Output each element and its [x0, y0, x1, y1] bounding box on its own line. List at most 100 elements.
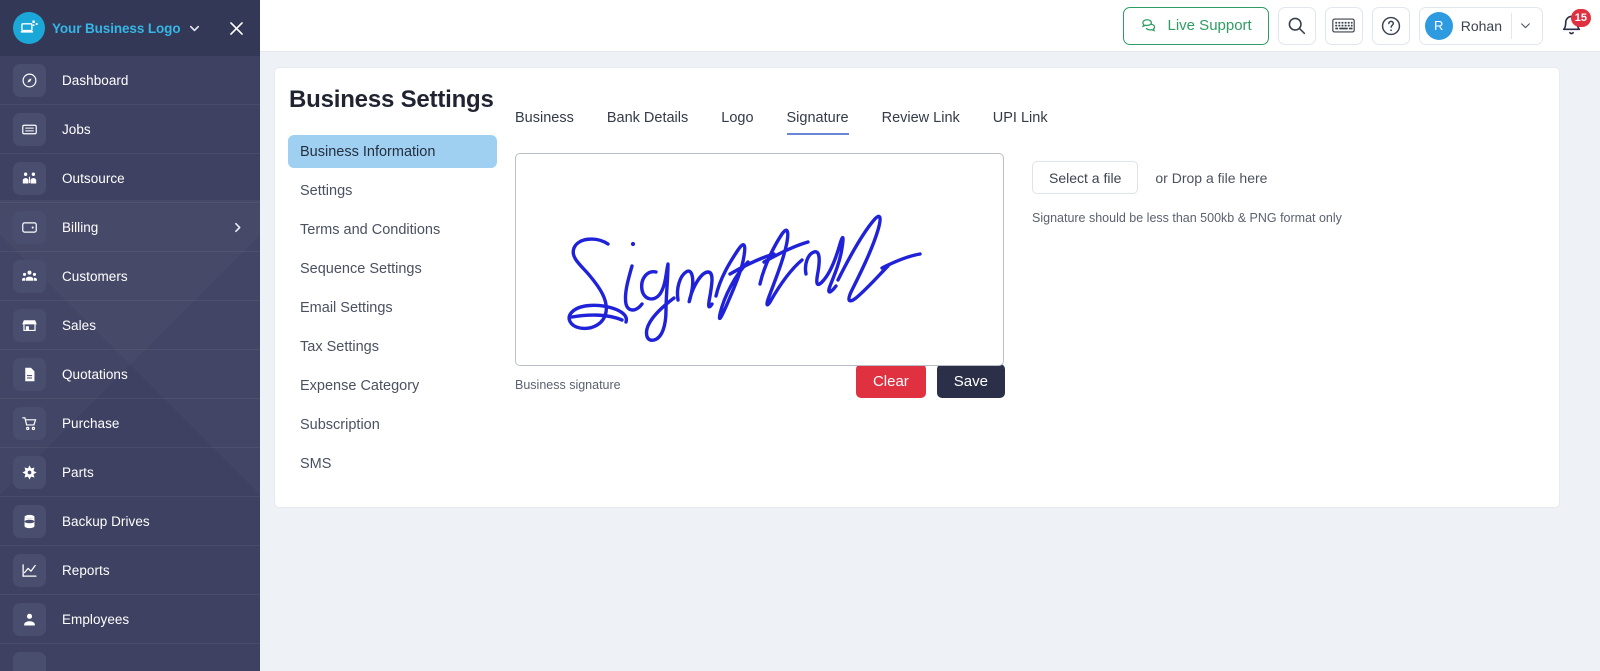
settings-item-business-information[interactable]: Business Information — [288, 135, 497, 168]
sidebar-item-label: Reports — [62, 562, 110, 578]
close-icon[interactable] — [227, 19, 246, 38]
purchase-cart-icon — [13, 406, 46, 440]
settings-item-label: Business Information — [300, 143, 436, 160]
sidebar: Your Business Logo Dashboard Jobs Outsou… — [0, 0, 260, 671]
settings-item-label: SMS — [300, 455, 332, 472]
chat-bubbles-icon — [1140, 16, 1160, 35]
settings-item-email-settings[interactable]: Email Settings — [288, 291, 497, 324]
settings-item-label: Email Settings — [300, 299, 393, 316]
chevron-down-icon[interactable] — [187, 21, 202, 36]
sidebar-item-billing[interactable]: Billing — [0, 203, 260, 252]
clear-button[interactable]: Clear — [855, 364, 926, 398]
sales-store-icon — [13, 308, 46, 342]
reports-chart-icon — [13, 553, 46, 587]
sidebar-item-label: Sales — [62, 317, 97, 333]
settings-item-sequence-settings[interactable]: Sequence Settings — [288, 252, 497, 285]
sidebar-item-purchase[interactable]: Purchase — [0, 399, 260, 448]
sidebar-item-quotations[interactable]: Quotations — [0, 350, 260, 399]
sidebar-item-label: Purchase — [62, 415, 120, 431]
settings-item-label: Sequence Settings — [300, 260, 422, 277]
sidebar-item-label: Quotations — [62, 366, 128, 382]
tab-bank-details[interactable]: Bank Details — [607, 110, 688, 135]
upload-note: Signature should be less than 500kb & PN… — [1032, 211, 1342, 225]
tab-label: Business — [515, 110, 574, 126]
tab-signature[interactable]: Signature — [786, 110, 849, 135]
tab-upi-link[interactable]: UPI Link — [993, 110, 1048, 135]
quotations-document-icon — [13, 357, 46, 391]
settings-item-terms-and-conditions[interactable]: Terms and Conditions — [288, 213, 497, 246]
settings-item-label: Settings — [300, 182, 353, 199]
brand-name: Your Business Logo — [52, 20, 181, 36]
tab-review-link[interactable]: Review Link — [882, 110, 960, 135]
tab-label: Logo — [721, 110, 754, 126]
backup-database-icon — [13, 504, 46, 538]
sidebar-item-jobs[interactable]: Jobs — [0, 105, 260, 154]
notification-count-badge: 15 — [1570, 8, 1591, 27]
question-circle-icon — [1380, 15, 1402, 37]
notifications-button[interactable]: 15 — [1552, 7, 1591, 45]
sidebar-item-label: Parts — [62, 464, 94, 480]
sidebar-item-reports[interactable]: Reports — [0, 546, 260, 595]
user-menu[interactable]: R Rohan — [1418, 6, 1543, 45]
tab-label: Signature — [786, 110, 849, 126]
dashboard-icon — [13, 63, 46, 97]
tab-bar: Business Bank Details Logo Signature Rev… — [515, 86, 1559, 135]
sidebar-item-sales[interactable]: Sales — [0, 301, 260, 350]
tab-logo[interactable]: Logo — [721, 110, 753, 135]
chevron-down-icon[interactable] — [1512, 19, 1538, 32]
settings-menu: Business Settings Business Information S… — [275, 86, 497, 507]
billing-wallet-icon — [13, 210, 46, 244]
sidebar-item-partial[interactable] — [0, 644, 260, 671]
settings-item-subscription[interactable]: Subscription — [288, 408, 497, 441]
save-button[interactable]: Save — [936, 364, 1005, 398]
page-title: Business Settings — [289, 86, 494, 113]
business-settings-card: Business Settings Business Information S… — [274, 67, 1560, 508]
sidebar-item-backup-drives[interactable]: Backup Drives — [0, 497, 260, 546]
outsource-icon — [13, 161, 46, 195]
help-button[interactable] — [1371, 6, 1410, 45]
sidebar-item-employees[interactable]: Employees — [0, 595, 260, 644]
sidebar-item-dashboard[interactable]: Dashboard — [0, 56, 260, 105]
sidebar-item-label: Customers — [62, 268, 128, 284]
tab-content-area: Business Bank Details Logo Signature Rev… — [497, 86, 1559, 507]
sidebar-nav: Dashboard Jobs Outsource Billing Custome… — [0, 56, 260, 671]
signature-upload: Select a file or Drop a file here Signat… — [1005, 153, 1342, 398]
sidebar-item-label: Employees — [62, 611, 130, 627]
search-icon — [1286, 15, 1307, 36]
sidebar-item-customers[interactable]: Customers — [0, 252, 260, 301]
sidebar-item-parts[interactable]: Parts — [0, 448, 260, 497]
keyboard-shortcuts-button[interactable] — [1324, 6, 1363, 45]
tab-label: UPI Link — [992, 110, 1048, 126]
sidebar-item-label: Jobs — [62, 121, 91, 137]
live-support-button[interactable]: Live Support — [1122, 6, 1269, 45]
avatar: R — [1424, 11, 1453, 40]
settings-item-tax-settings[interactable]: Tax Settings — [288, 330, 497, 363]
main-area: Live Support R Rohan 15 Business Setting… — [260, 0, 1600, 671]
settings-item-settings[interactable]: Settings — [288, 174, 497, 207]
search-button[interactable] — [1277, 6, 1316, 45]
sidebar-item-outsource[interactable]: Outsource — [0, 154, 260, 203]
live-support-label: Live Support — [1167, 17, 1252, 34]
laptop-logo-icon — [13, 12, 45, 44]
settings-item-label: Tax Settings — [300, 338, 379, 355]
settings-item-label: Subscription — [300, 416, 380, 433]
signature-section: Business signature Clear Save Select a f… — [515, 135, 1559, 398]
sidebar-item-label: Outsource — [62, 170, 125, 186]
tab-business[interactable]: Business — [515, 110, 574, 135]
select-file-button[interactable]: Select a file — [1032, 161, 1139, 194]
parts-gear-icon — [13, 455, 46, 489]
settings-item-label: Expense Category — [300, 377, 420, 394]
employees-person-icon — [13, 602, 46, 636]
tab-label: Bank Details — [606, 110, 689, 126]
jobs-icon — [13, 112, 46, 146]
sidebar-item-label: Billing — [62, 219, 99, 235]
partial-icon — [13, 651, 46, 671]
user-name: Rohan — [1460, 17, 1502, 34]
settings-item-sms[interactable]: SMS — [288, 447, 497, 480]
tab-label: Review Link — [881, 110, 960, 126]
settings-item-expense-category[interactable]: Expense Category — [288, 369, 497, 402]
sidebar-item-label: Backup Drives — [62, 513, 150, 529]
signature-canvas[interactable] — [515, 153, 1004, 366]
keyboard-icon — [1332, 16, 1355, 35]
customers-icon — [13, 259, 46, 293]
